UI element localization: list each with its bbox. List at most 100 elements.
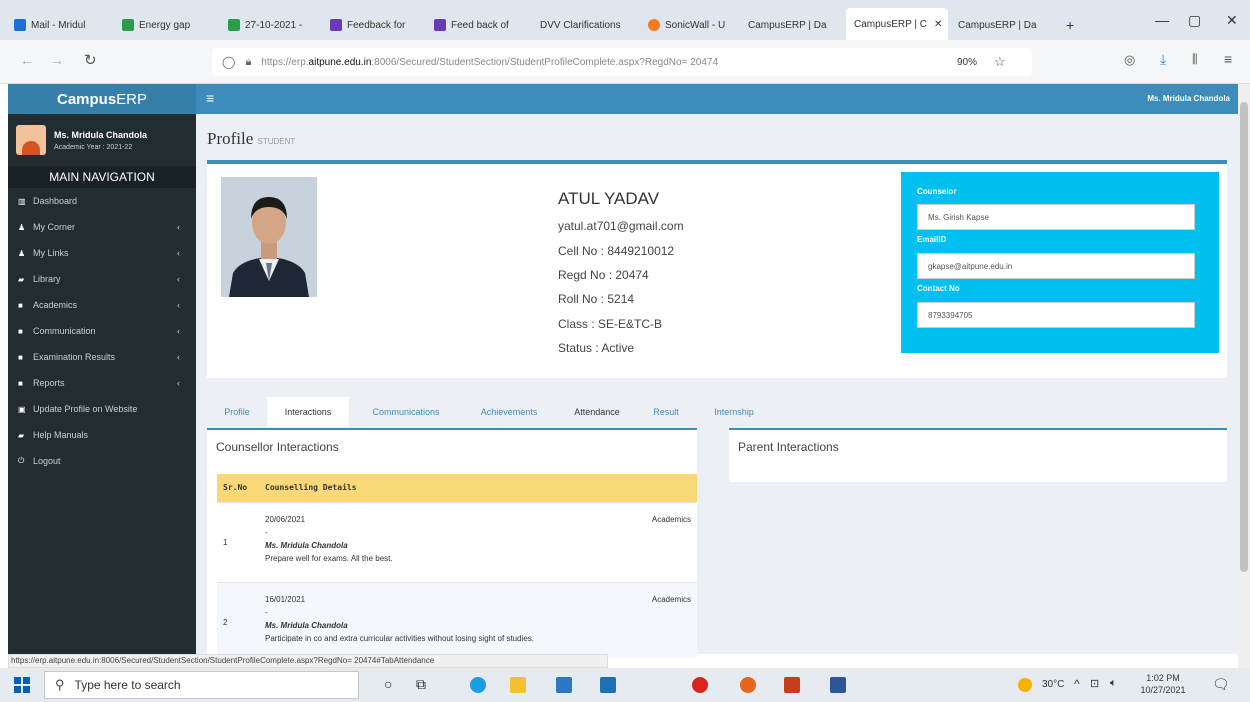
browser-tab[interactable]: Mail - Mridul	[14, 12, 114, 38]
sidebar-item-help-manuals[interactable]: ▰ Help Manuals	[8, 422, 196, 448]
file-explorer-icon[interactable]	[510, 677, 526, 693]
sidebar-item-my-links[interactable]: ♟ My Links ‹	[8, 240, 196, 266]
url-text: https://erp.aitpune.edu.in:8006/Secured/…	[261, 56, 719, 68]
interaction-by: Ms. Mridula Chandola	[265, 620, 348, 630]
new-tab-button[interactable]: +	[1066, 12, 1074, 38]
browser-tab[interactable]: DVV Clarifications	[540, 12, 640, 38]
tab-achievements[interactable]: Achievements	[463, 397, 555, 427]
column-header: Sr.No	[217, 474, 259, 502]
drive-icon	[228, 19, 240, 31]
column-header: Counselling Details	[259, 474, 697, 502]
tab-internship[interactable]: Internship	[697, 397, 771, 427]
sidebar-item-logout[interactable]: ⏻ Logout	[8, 448, 196, 474]
forward-icon[interactable]: →	[50, 52, 64, 68]
browser-tab[interactable]: Feedback for	[330, 12, 420, 38]
maximize-icon[interactable]: ▢	[1188, 12, 1201, 29]
opera-icon[interactable]	[692, 677, 708, 693]
tab-result[interactable]: Result	[639, 397, 693, 427]
table-row: 1 20/06/2021 Academics - Ms. Mridula Cha…	[217, 501, 697, 582]
tab-attendance[interactable]: Attendance	[559, 397, 635, 427]
browser-tab[interactable]: 27-10-2021 -	[228, 12, 318, 38]
sidebar-item-examination-results[interactable]: ■ Examination Results ‹	[8, 344, 196, 370]
sidebar-item-dashboard[interactable]: ▥ Dashboard	[8, 188, 196, 214]
library-icon[interactable]: ⫼	[1192, 52, 1198, 67]
sidebar-item-label: Reports	[33, 378, 65, 388]
page-scrollbar[interactable]	[1238, 84, 1250, 668]
browser-tab[interactable]: CampusERP | Da	[958, 12, 1050, 38]
student-class: Class : SE-E&TC-B	[558, 317, 663, 331]
task-view-icon[interactable]: ⧉	[416, 676, 426, 693]
sidebar-item-my-corner[interactable]: ♟ My Corner ‹	[8, 214, 196, 240]
mail-app-icon[interactable]	[600, 677, 616, 693]
interaction-category: Academics	[651, 594, 691, 604]
windows-start-icon[interactable]	[14, 677, 30, 693]
sidebar-item-label: Academics	[33, 300, 78, 310]
volume-icon[interactable]: 🔈︎	[1110, 677, 1117, 690]
mail-icon	[14, 19, 26, 31]
nav-icon: ■	[18, 352, 23, 362]
bookmark-star-icon[interactable]: ☆	[994, 54, 1006, 70]
minimize-icon[interactable]: —	[1155, 12, 1169, 28]
sidebar-item-label: My Links	[33, 248, 69, 258]
sidebar-item-academics[interactable]: ■ Academics ‹	[8, 292, 196, 318]
shield-icon: ◯	[222, 55, 236, 69]
address-bar[interactable]: ◯ 🔒︎ https://erp.aitpune.edu.in:8006/Sec…	[212, 48, 1032, 76]
counselor-name-field: Ms. Girish Kapse	[917, 204, 1195, 230]
powerpoint-icon[interactable]	[784, 677, 800, 693]
sidebar-item-update-profile-on-website[interactable]: ▣ Update Profile on Website	[8, 396, 196, 422]
tab-interactions[interactable]: Interactions	[267, 397, 349, 427]
sidebar-item-reports[interactable]: ■ Reports ‹	[8, 370, 196, 396]
browser-tab-active[interactable]: CampusERP | C ✕	[846, 8, 948, 40]
sidebar-item-label: Dashboard	[33, 196, 78, 206]
sidebar-item-communication[interactable]: ■ Communication ‹	[8, 318, 196, 344]
browser-tab[interactable]: Feed back of	[434, 12, 530, 38]
network-icon[interactable]: ⊡	[1090, 677, 1099, 690]
nav-icon: ▣	[18, 404, 26, 414]
counselor-contact-field: 8793394705	[917, 302, 1195, 328]
store-icon[interactable]	[556, 677, 572, 693]
edge-icon[interactable]	[470, 677, 486, 693]
counselling-details: 16/01/2021 Academics - Ms. Mridula Chand…	[259, 581, 697, 658]
sidebar-item-label: Library	[33, 274, 61, 284]
menu-toggle-icon[interactable]: ≡	[206, 90, 214, 106]
browser-tab[interactable]: CampusERP | Da	[748, 12, 838, 38]
download-icon[interactable]: ⤓	[1160, 51, 1166, 68]
interaction-by: Ms. Mridula Chandola	[265, 540, 348, 550]
sidebar-item-label: Examination Results	[33, 352, 116, 362]
tab-communications[interactable]: Communications	[349, 397, 463, 427]
chevron-left-icon: ‹	[177, 352, 180, 362]
table-header-row: Sr.No Counselling Details	[217, 474, 697, 502]
word-icon[interactable]	[830, 677, 846, 693]
interaction-note: Participate in co and extra curricular a…	[265, 633, 535, 643]
tray-expand-icon[interactable]: ^	[1074, 677, 1080, 691]
page-title: Profile STUDENT	[207, 129, 296, 148]
sidebar-item-library[interactable]: ▰ Library ‹	[8, 266, 196, 292]
browser-nav-bar: ← → ↻ ◯ 🔒︎ https://erp.aitpune.edu.in:80…	[0, 40, 1250, 84]
student-name: ATUL YADAV	[558, 189, 660, 208]
firefox-icon[interactable]	[740, 677, 756, 693]
topbar-user-name[interactable]: Ms. Mridula Chandola	[1147, 94, 1230, 103]
tab-profile[interactable]: Profile	[207, 397, 267, 427]
reload-icon[interactable]: ↻	[84, 51, 97, 69]
browser-tab[interactable]: SonicWall - U	[648, 12, 738, 38]
back-icon[interactable]: ←	[20, 52, 34, 68]
menu-icon[interactable]: ≡	[1224, 51, 1232, 67]
cortana-icon[interactable]: ○	[384, 676, 392, 692]
scrollbar-thumb[interactable]	[1240, 102, 1248, 572]
weather-icon[interactable]	[1018, 678, 1032, 692]
parent-interactions-panel	[729, 428, 1227, 482]
weather-temp[interactable]: 30°C	[1042, 679, 1064, 690]
taskbar-search[interactable]: ⚲ Type here to search	[44, 671, 359, 699]
user-name: Ms. Mridula Chandola	[54, 129, 148, 140]
close-window-icon[interactable]: ✕	[1226, 12, 1238, 29]
nav-icon: ▰	[18, 430, 25, 440]
close-tab-icon[interactable]: ✕	[934, 19, 942, 30]
pocket-icon[interactable]: ◎	[1124, 52, 1135, 68]
clock[interactable]: 1:02 PM 10/27/2021	[1135, 672, 1191, 696]
student-cell: Cell No : 8449210012	[558, 244, 675, 258]
interaction-category: Academics	[651, 514, 691, 524]
browser-tab[interactable]: Energy gap	[122, 12, 212, 38]
brand-logo[interactable]: Campus ERP	[8, 84, 196, 114]
zoom-level[interactable]: 90%	[957, 57, 977, 68]
notifications-icon[interactable]: 🗨︎	[1212, 676, 1230, 693]
